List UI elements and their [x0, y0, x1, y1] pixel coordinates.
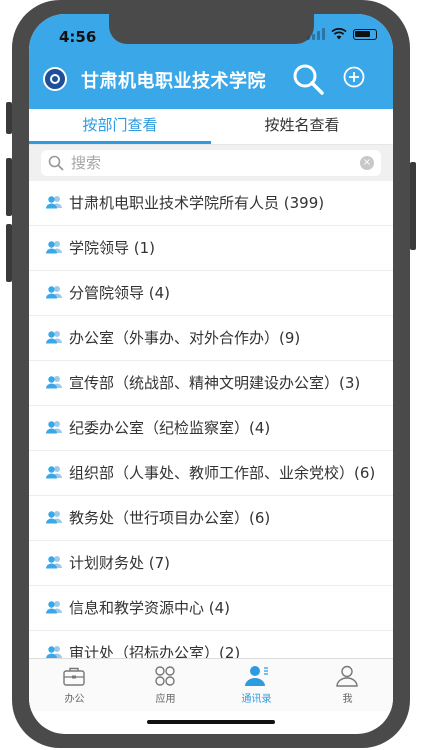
- list-item[interactable]: 计划财务处 (7): [29, 541, 393, 586]
- list-item[interactable]: 宣传部（统战部、精神文明建设办公室）(3): [29, 361, 393, 406]
- list-item[interactable]: 信息和教学资源中心 (4): [29, 586, 393, 631]
- tabbar-label: 应用: [155, 694, 176, 705]
- screen: 4:56 甘肃机电职业技术学院 按部门查看 按姓名查看 搜索 × 甘肃机电职业技…: [29, 14, 393, 734]
- bottom-tab-bar: 办公 应用 通讯录 我: [29, 658, 393, 711]
- tabbar-item-me[interactable]: 我: [302, 659, 393, 711]
- list-item-label: 信息和教学资源中心 (4): [69, 598, 231, 617]
- list-item[interactable]: 办公室（外事办、对外合作办）(9): [29, 316, 393, 361]
- department-list: 甘肃机电职业技术学院所有人员 (399) 学院领导 (1) 分管院领导 (4) …: [29, 181, 393, 676]
- list-item-label: 分管院领导 (4): [69, 283, 171, 302]
- college-logo: [43, 67, 67, 91]
- volume-up-button: [6, 158, 12, 216]
- list-item-label: 纪委办公室（纪检监察室）(4): [69, 418, 271, 437]
- contacts-icon: [46, 556, 62, 569]
- list-item[interactable]: 纪委办公室（纪检监察室）(4): [29, 406, 393, 451]
- list-item[interactable]: 甘肃机电职业技术学院所有人员 (399): [29, 181, 393, 226]
- list-item-label: 组织部（人事处、教师工作部、业余党校）(6): [69, 463, 376, 482]
- contacts-icon: [46, 196, 62, 209]
- wifi-icon: [331, 28, 347, 40]
- clear-icon[interactable]: ×: [360, 156, 374, 170]
- volume-down-button: [6, 224, 12, 282]
- list-item[interactable]: 组织部（人事处、教师工作部、业余党校）(6): [29, 451, 393, 496]
- apps-icon: [155, 666, 175, 686]
- signal-icon: [307, 28, 325, 40]
- list-item-label: 办公室（外事办、对外合作办）(9): [69, 328, 301, 347]
- list-item[interactable]: 分管院领导 (4): [29, 271, 393, 316]
- contacts-icon: [46, 601, 62, 614]
- contacts-icon: [46, 286, 62, 299]
- tabbar-item-office[interactable]: 办公: [29, 659, 120, 711]
- tab-by-department[interactable]: 按部门查看: [29, 109, 211, 144]
- home-indicator[interactable]: [147, 720, 275, 724]
- tabbar-label: 通讯录: [241, 694, 272, 705]
- view-tabs: 按部门查看 按姓名查看: [29, 109, 393, 145]
- contacts-icon: [46, 241, 62, 254]
- status-icons: [307, 28, 377, 40]
- contacts-icon: [46, 466, 62, 479]
- notch: [109, 14, 314, 44]
- tabbar-item-apps[interactable]: 应用: [120, 659, 211, 711]
- app-title: 甘肃机电职业技术学院: [81, 71, 266, 92]
- person-icon: [336, 665, 358, 687]
- list-item-label: 甘肃机电职业技术学院所有人员 (399): [69, 193, 325, 212]
- list-item-label: 计划财务处 (7): [69, 553, 171, 572]
- power-button: [410, 162, 416, 250]
- list-item[interactable]: 学院领导 (1): [29, 226, 393, 271]
- app-title-bar: 甘肃机电职业技术学院: [29, 60, 393, 100]
- tab-by-name[interactable]: 按姓名查看: [211, 109, 393, 144]
- mute-switch: [6, 102, 12, 134]
- app-header: 4:56 甘肃机电职业技术学院: [29, 14, 393, 109]
- contacts-icon: [46, 646, 62, 659]
- add-icon[interactable]: [343, 66, 365, 88]
- contacts-icon: [46, 331, 62, 344]
- search-icon: [48, 155, 64, 171]
- status-time: 4:56: [59, 28, 97, 46]
- contacts-icon: [245, 666, 268, 686]
- list-item-label: 学院领导 (1): [69, 238, 156, 257]
- search-bar: ×: [29, 145, 393, 181]
- list-item-label: 教务处（世行项目办公室）(6): [69, 508, 271, 527]
- list-item[interactable]: 教务处（世行项目办公室）(6): [29, 496, 393, 541]
- list-item-label: 宣传部（统战部、精神文明建设办公室）(3): [69, 373, 361, 392]
- contacts-icon: [46, 511, 62, 524]
- tabbar-label: 我: [342, 694, 353, 705]
- tabbar-item-contacts[interactable]: 通讯录: [211, 659, 302, 711]
- briefcase-icon: [63, 667, 85, 686]
- battery-icon: [353, 28, 377, 40]
- tabbar-label: 办公: [64, 694, 85, 705]
- active-tab-indicator: [29, 141, 211, 144]
- search-icon[interactable]: [291, 62, 325, 96]
- contacts-icon: [46, 376, 62, 389]
- search-box: ×: [41, 150, 381, 176]
- search-input[interactable]: [71, 150, 351, 176]
- contacts-icon: [46, 421, 62, 434]
